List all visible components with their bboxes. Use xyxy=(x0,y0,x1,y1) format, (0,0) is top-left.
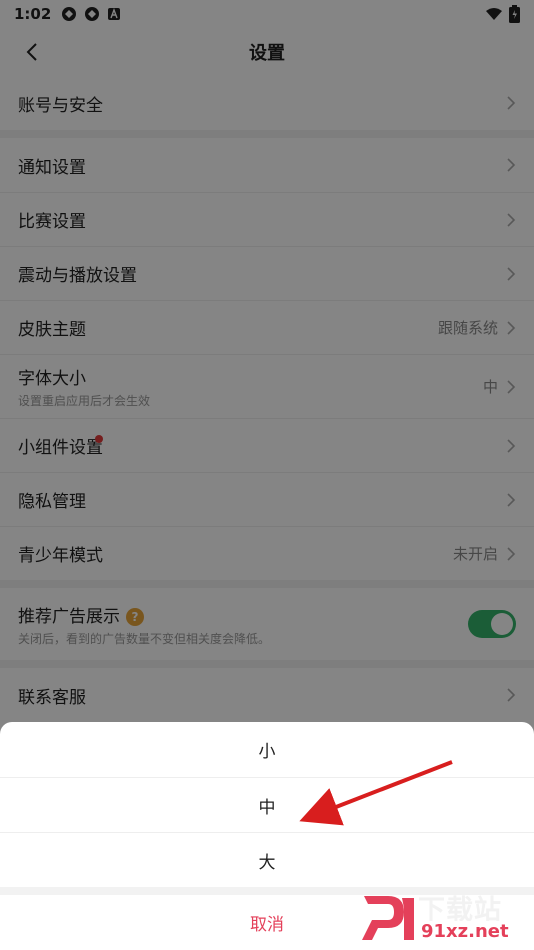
font-option-small[interactable]: 小 xyxy=(0,722,534,777)
site-watermark: 下载站 91xz.net xyxy=(358,888,528,946)
font-option-large[interactable]: 大 xyxy=(0,832,534,887)
watermark-url: 91xz.net xyxy=(418,921,512,942)
font-option-medium[interactable]: 中 xyxy=(0,777,534,832)
watermark-logo-icon xyxy=(362,896,414,940)
